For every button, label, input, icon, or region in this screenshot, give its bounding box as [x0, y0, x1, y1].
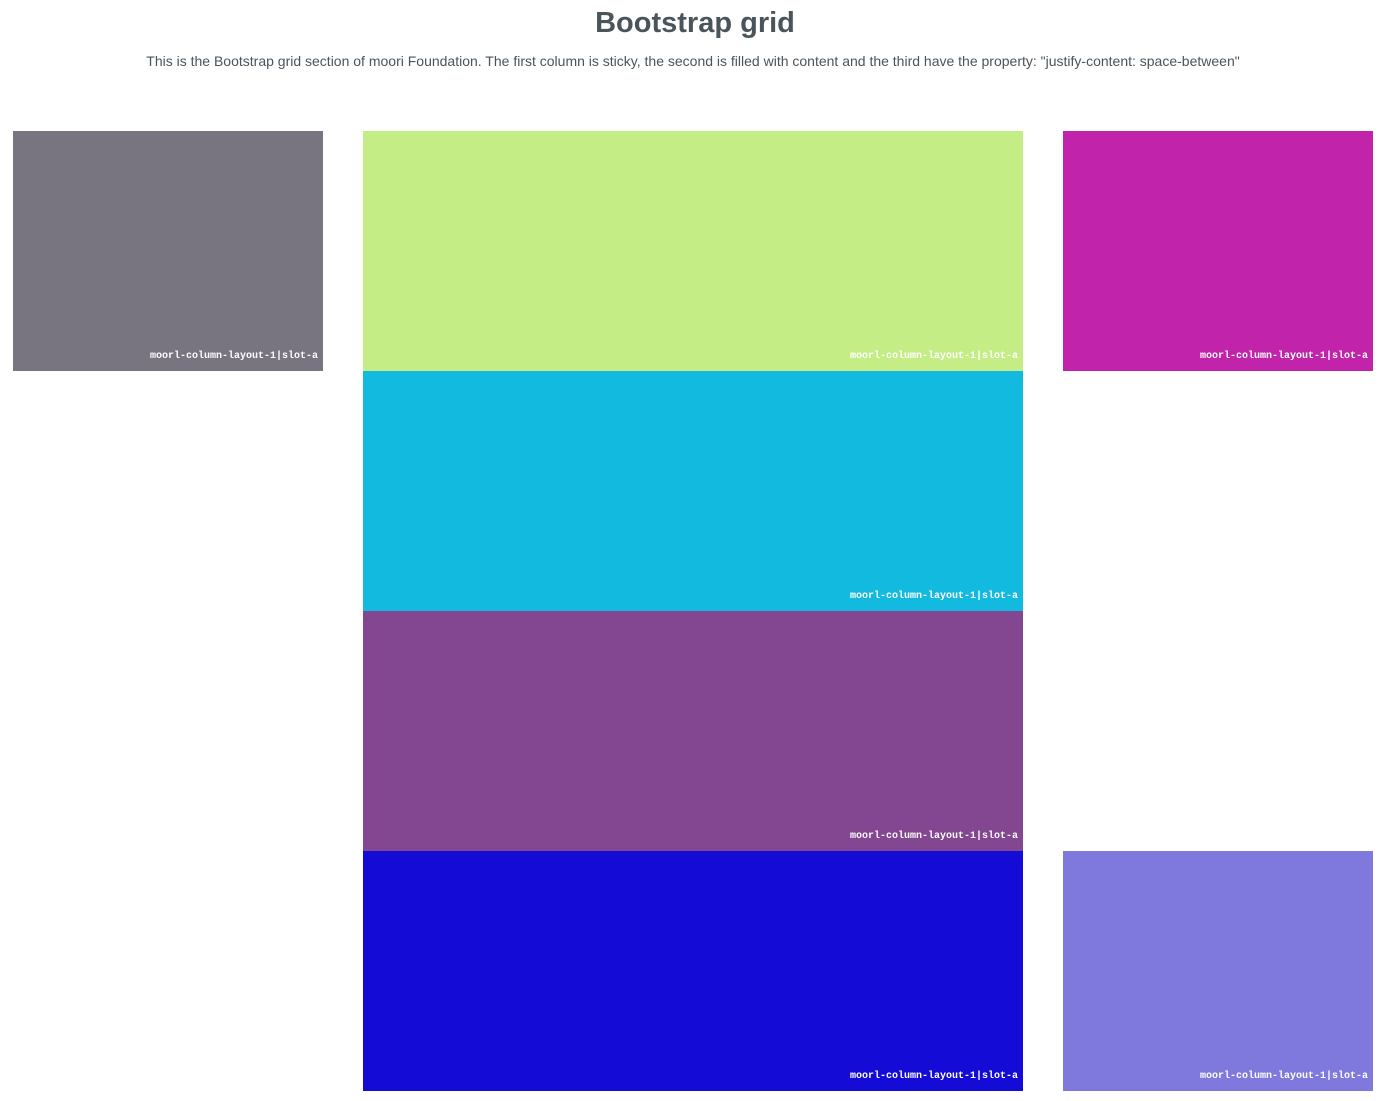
tile-label: moorl-column-layout-1|slot-a	[849, 831, 1018, 842]
center-column-tile: moorl-column-layout-1|slot-a	[363, 611, 1023, 851]
tile-label: moorl-column-layout-1|slot-a	[1199, 351, 1368, 362]
tile-label: moorl-column-layout-1|slot-a	[849, 1071, 1018, 1082]
left-column-tile: moorl-column-layout-1|slot-a	[13, 131, 323, 371]
tile-label: moorl-column-layout-1|slot-a	[149, 351, 318, 362]
center-column-tile: moorl-column-layout-1|slot-a	[363, 371, 1023, 611]
page-title: Bootstrap grid	[595, 7, 795, 39]
tile-label: moorl-column-layout-1|slot-a	[849, 591, 1018, 602]
tile-label: moorl-column-layout-1|slot-a	[1199, 1071, 1368, 1082]
right-column-tile: moorl-column-layout-1|slot-a	[1063, 851, 1373, 1091]
page-description: This is the Bootstrap grid section of mo…	[146, 53, 1240, 69]
center-column-tile: moorl-column-layout-1|slot-a	[363, 851, 1023, 1091]
tile-label: moorl-column-layout-1|slot-a	[849, 351, 1018, 362]
right-column-tile: moorl-column-layout-1|slot-a	[1063, 131, 1373, 371]
center-column-tile: moorl-column-layout-1|slot-a	[363, 131, 1023, 371]
